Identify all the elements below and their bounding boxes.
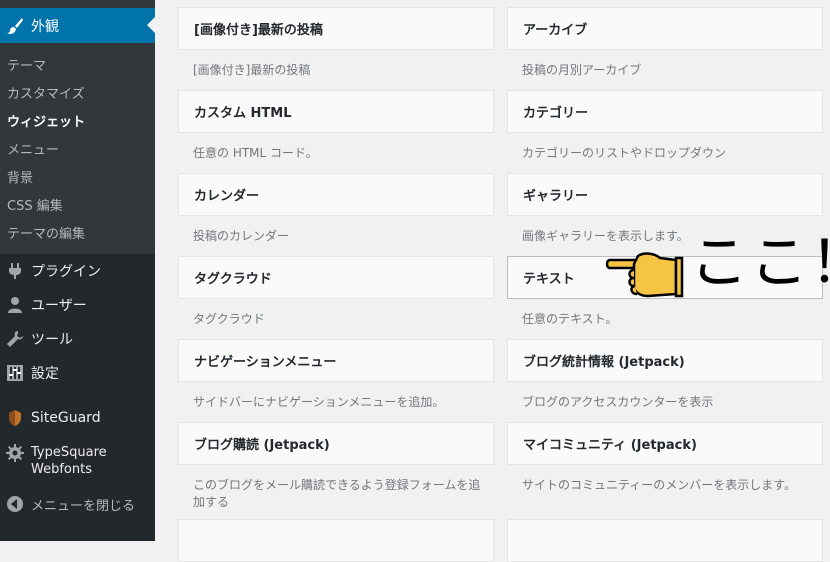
submenu-item-menus[interactable]: メニュー bbox=[7, 139, 59, 158]
sidebar-item-label: メニューを閉じる bbox=[31, 498, 136, 514]
widget-description: 投稿のカレンダー bbox=[193, 229, 290, 243]
widget-title: アーカイブ bbox=[523, 23, 588, 38]
widget-description: 任意の HTML コード。 bbox=[193, 146, 318, 160]
widget-gallery[interactable]: ギャラリー bbox=[507, 173, 823, 216]
widget-title: カテゴリー bbox=[523, 106, 589, 121]
sidebar-item-settings[interactable]: 設定 bbox=[0, 358, 155, 388]
collapse-arrow-icon bbox=[6, 495, 24, 513]
appearance-submenu: テーマ カスタマイズ ウィジェット メニュー 背景 CSS 編集 テーマの編集 bbox=[0, 43, 155, 254]
submenu-item-widgets[interactable]: ウィジェット bbox=[7, 111, 85, 130]
widget-my-community-jetpack[interactable]: マイコミュニティ (Jetpack) bbox=[507, 422, 823, 465]
submenu-item-css-edit[interactable]: CSS 編集 bbox=[7, 195, 63, 214]
widget-recent-posts-with-image[interactable]: [画像付き]最新の投稿 bbox=[178, 7, 494, 50]
sidebar-item-typesquare[interactable]: TypeSquare Webfonts bbox=[0, 444, 155, 484]
widget-blog-stats-jetpack[interactable]: ブログ統計情報 (Jetpack) bbox=[507, 339, 823, 382]
widget-tag-cloud[interactable]: タグクラウド bbox=[178, 256, 494, 299]
widget-description: サイトのコミュニティーのメンバーを表示します。 bbox=[522, 478, 797, 492]
widget-title: [画像付き]最新の投稿 bbox=[194, 23, 323, 38]
sidebar-item-label: 設定 bbox=[31, 366, 59, 382]
sidebar-item-appearance[interactable]: 外観 bbox=[0, 8, 155, 43]
widget-navigation-menu[interactable]: ナビゲーションメニュー bbox=[178, 339, 494, 382]
widget-custom-html[interactable]: カスタム HTML bbox=[178, 90, 494, 133]
widget-description: サイドバーにナビゲーションメニューを追加。 bbox=[193, 395, 445, 409]
sidebar-top-strip bbox=[0, 0, 155, 8]
widget-description: 投稿の月別アーカイブ bbox=[522, 63, 642, 77]
widget-title: ブログ購読 (Jetpack) bbox=[194, 438, 330, 453]
sidebar-item-users[interactable]: ユーザー bbox=[0, 290, 155, 320]
widget-calendar[interactable]: カレンダー bbox=[178, 173, 494, 216]
widget-title: ナビゲーションメニュー bbox=[194, 355, 337, 370]
siteguard-shield-icon bbox=[6, 409, 24, 427]
widget-blog-subscriptions-jetpack[interactable]: ブログ購読 (Jetpack) bbox=[178, 422, 494, 465]
user-icon bbox=[6, 296, 24, 314]
sidebar-item-plugins[interactable]: プラグイン bbox=[0, 256, 155, 286]
submenu-item-background[interactable]: 背景 bbox=[7, 167, 33, 186]
sidebar-item-tools[interactable]: ツール bbox=[0, 324, 155, 354]
widget-title: ギャラリー bbox=[523, 189, 589, 204]
submenu-item-themes[interactable]: テーマ bbox=[7, 55, 46, 74]
submenu-item-theme-editor[interactable]: テーマの編集 bbox=[7, 223, 85, 242]
widget-description: ブログのアクセスカウンターを表示 bbox=[522, 395, 714, 409]
widget-categories[interactable]: カテゴリー bbox=[507, 90, 823, 133]
admin-sidebar: 外観 テーマ カスタマイズ ウィジェット メニュー 背景 CSS 編集 テーマの… bbox=[0, 0, 155, 541]
sidebar-item-label: プラグイン bbox=[31, 264, 101, 280]
widget-archives[interactable]: アーカイブ bbox=[507, 7, 823, 50]
sidebar-item-label: TypeSquare Webfonts bbox=[31, 445, 107, 477]
paintbrush-icon bbox=[6, 17, 24, 35]
widget-title: タグクラウド bbox=[194, 272, 272, 287]
wrench-icon bbox=[6, 330, 24, 348]
current-menu-arrow bbox=[147, 17, 155, 33]
annotation-text: ここ！ bbox=[690, 228, 830, 296]
pointing-hand-icon bbox=[604, 250, 684, 306]
sidebar-item-label: SiteGuard bbox=[31, 410, 101, 426]
collapse-menu-button[interactable]: メニューを閉じる bbox=[0, 489, 155, 519]
widget-description: このブログをメール購読できるよう登録フォームを追加する bbox=[193, 478, 481, 509]
widget-description: カテゴリーのリストやドロップダウン bbox=[522, 146, 727, 160]
widget-title: カスタム HTML bbox=[194, 106, 292, 121]
widget-description: 任意のテキスト。 bbox=[522, 312, 618, 326]
gear-icon bbox=[6, 444, 24, 462]
sidebar-item-siteguard[interactable]: SiteGuard bbox=[0, 403, 155, 433]
sidebar-item-label: ツール bbox=[31, 332, 73, 348]
sidebar-item-label: 外観 bbox=[31, 18, 59, 35]
submenu-item-customize[interactable]: カスタマイズ bbox=[7, 83, 85, 102]
settings-sliders-icon bbox=[6, 364, 24, 382]
widget-title: マイコミュニティ (Jetpack) bbox=[523, 438, 697, 453]
sidebar-item-label: ユーザー bbox=[31, 298, 87, 314]
widget-title: テキスト bbox=[523, 272, 575, 287]
plugin-icon bbox=[6, 262, 24, 280]
widget-title: ブログ統計情報 (Jetpack) bbox=[523, 355, 685, 370]
widget-title: カレンダー bbox=[194, 189, 260, 204]
widget-description: [画像付き]最新の投稿 bbox=[193, 63, 311, 77]
widget-description: タグクラウド bbox=[193, 312, 265, 326]
